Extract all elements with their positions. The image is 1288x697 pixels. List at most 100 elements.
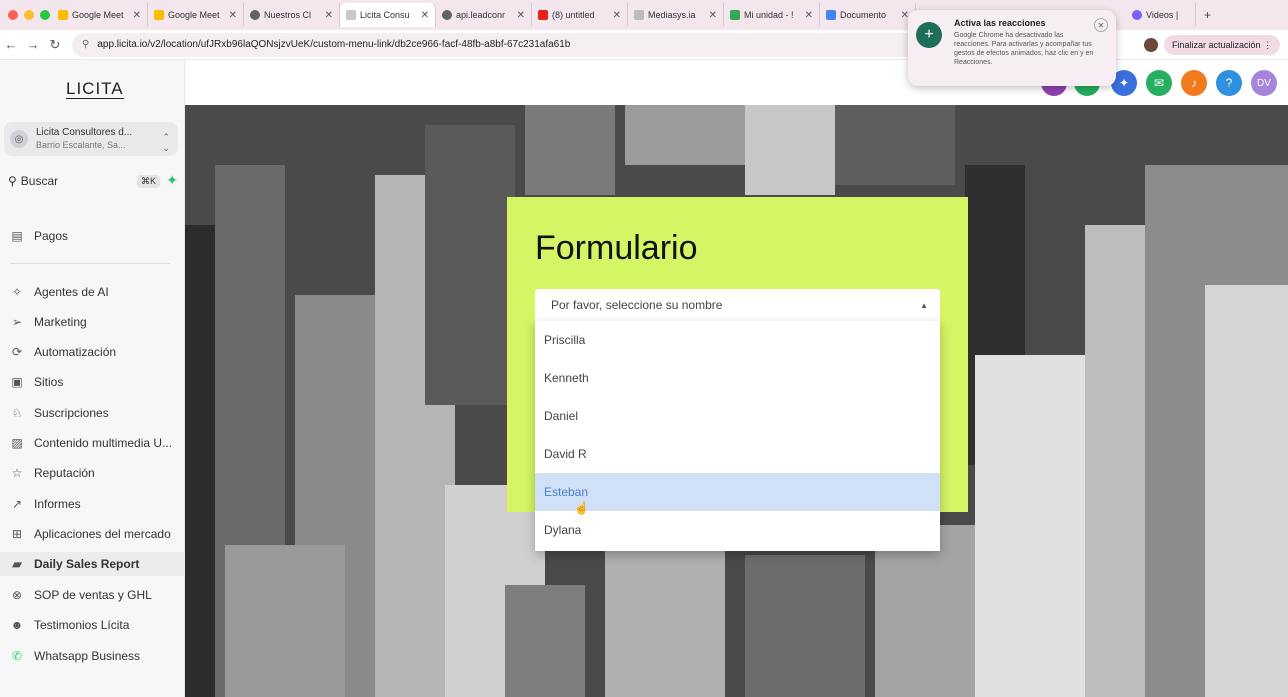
sidebar-item-sop[interactable]: ⊗ SOP de ventas y GHL (10, 583, 180, 607)
sparkle-icon[interactable]: ✦ (166, 172, 178, 189)
reload-icon[interactable]: ↻ (44, 37, 66, 53)
option-kenneth[interactable]: Kenneth (535, 359, 940, 397)
minimize-window-button[interactable] (24, 10, 34, 20)
main-content: ✦ ✉ ♪ ? DV Formulario Por favor, selecci… (185, 60, 1288, 697)
close-window-button[interactable] (8, 10, 18, 20)
url-text: app.licita.io/v2/location/ufJRxb96laQONs… (97, 39, 571, 50)
sparkles-icon: ✧ (11, 285, 23, 299)
close-tab-icon[interactable]: ✕ (709, 10, 717, 21)
city-background-image: Formulario Por favor, seleccione su nomb… (185, 105, 1288, 697)
browser-tab[interactable]: Google Meet ✕ (148, 3, 244, 27)
browser-tab[interactable]: (8) untitled ✕ (532, 3, 628, 27)
close-tab-icon[interactable]: ✕ (613, 10, 621, 21)
browser-tab[interactable]: api.leadconr ✕ (436, 3, 532, 27)
option-dylana[interactable]: Dylana (535, 511, 940, 549)
meet-icon (58, 10, 68, 20)
forward-icon[interactable]: → (22, 37, 44, 52)
help-icon[interactable]: ? (1216, 70, 1242, 96)
sidebar-item-sitios[interactable]: ▣ Sitios (10, 370, 180, 394)
profile-avatar[interactable] (1144, 38, 1158, 52)
apps-icon: ⊞ (11, 527, 23, 541)
update-browser-button[interactable]: Finalizar actualización ⋮ (1163, 35, 1280, 55)
popup-body: Google Chrome ha desactivado las reaccio… (954, 32, 1094, 66)
gear-icon (1132, 10, 1142, 20)
logo: LICITA (66, 79, 124, 99)
sidebar-item-daily-sales[interactable]: ▰ Daily Sales Report (0, 552, 185, 576)
close-tab-icon[interactable]: ✕ (229, 10, 237, 21)
name-select[interactable]: Por favor, seleccione su nombre ▲ (535, 289, 940, 321)
browser-tab[interactable]: Documento ✕ (820, 3, 916, 27)
search-shortcut: ⌘K (136, 174, 160, 188)
location-name: Licita Consultores d... (36, 127, 133, 138)
option-david-r[interactable]: David R (535, 435, 940, 473)
close-tab-icon[interactable]: ✕ (325, 10, 333, 21)
browser-tab[interactable]: Mi unidad - ! ✕ (724, 3, 820, 27)
drive-icon (730, 10, 740, 20)
youtube-icon (538, 10, 548, 20)
close-tab-icon[interactable]: ✕ (421, 10, 429, 21)
report-icon: ▰ (12, 557, 22, 571)
megaphone-icon[interactable]: ✉ (1146, 70, 1172, 96)
sidebar: LICITA ◎ Licita Consultores d... Barrio … (0, 60, 185, 697)
sidebar-item-agentes[interactable]: ✧ Agentes de AI (10, 280, 180, 304)
star-icon: ☆ (11, 466, 23, 480)
option-esteban[interactable]: Esteban (535, 473, 940, 511)
popup-title: Activa las reacciones (954, 18, 1046, 28)
sidebar-item-pagos[interactable]: ▤ Pagos (10, 224, 180, 248)
dropdown-menu: Priscilla Kenneth Daniel David R Esteban… (535, 321, 940, 551)
option-daniel[interactable]: Daniel (535, 397, 940, 435)
close-icon[interactable]: ✕ (1094, 18, 1108, 32)
users-icon: ☻ (10, 618, 24, 632)
search-icon: ⚲ (8, 174, 17, 188)
window-controls (0, 10, 52, 20)
send-icon: ➢ (11, 315, 23, 329)
sidebar-divider (10, 263, 170, 264)
sidebar-item-reputacion[interactable]: ☆ Reputación (10, 461, 180, 485)
browser-tab-active[interactable]: Licita Consu ✕ (340, 3, 436, 27)
option-priscilla[interactable]: Priscilla (535, 321, 940, 359)
new-tab-icon[interactable]: + (1196, 8, 1219, 22)
sidebar-item-informes[interactable]: ↗ Informes (10, 492, 180, 516)
user-avatar[interactable]: DV (1251, 70, 1277, 96)
reactions-popup: + Activa las reacciones Google Chrome ha… (908, 10, 1116, 86)
sidebar-item-marketing[interactable]: ➢ Marketing (10, 310, 180, 334)
select-placeholder: Por favor, seleccione su nombre (551, 298, 723, 312)
globe-icon (442, 10, 452, 20)
chevron-updown-icon: ⌃ ⌄ (162, 132, 170, 153)
media-icon: ▨ (11, 436, 23, 450)
browser-tab[interactable]: Mediasys.ia ✕ (628, 3, 724, 27)
search-button[interactable]: ⚲ Buscar ⌘K ✦ (8, 172, 178, 190)
maximize-window-button[interactable] (40, 10, 50, 20)
app-header: ✦ ✉ ♪ ? DV (185, 60, 1288, 105)
browser-tab[interactable]: Nuestros Cl ✕ (244, 3, 340, 27)
membership-icon: ♘ (11, 406, 23, 420)
location-switcher[interactable]: ◎ Licita Consultores d... Barrio Escalan… (4, 122, 178, 156)
docs-icon (826, 10, 836, 20)
location-icon: ◎ (10, 130, 28, 148)
sidebar-item-suscripciones[interactable]: ♘ Suscripciones (10, 401, 180, 425)
pointer-cursor-icon: ☝ (574, 501, 589, 515)
page-icon (634, 10, 644, 20)
sidebar-item-automatizacion[interactable]: ⟳ Automatización (10, 340, 180, 364)
site-info-icon[interactable]: ⚲ (82, 39, 89, 50)
licita-icon (346, 10, 356, 20)
sidebar-item-aplicaciones[interactable]: ⊞ Aplicaciones del mercado (10, 522, 180, 546)
sidebar-item-contenido[interactable]: ▨ Contenido multimedia U... (10, 431, 180, 455)
bell-icon[interactable]: ♪ (1181, 70, 1207, 96)
browser-tab[interactable]: Videos | (1126, 3, 1196, 27)
back-icon[interactable]: ← (0, 37, 22, 52)
close-tab-icon[interactable]: ✕ (133, 10, 141, 21)
browser-tab[interactable]: Google Meet ✕ (52, 3, 148, 27)
meet-icon (154, 10, 164, 20)
form-title: Formulario (535, 229, 698, 267)
receipt-icon: ▤ (11, 229, 23, 243)
search-label: Buscar (20, 174, 59, 188)
sidebar-item-testimonios[interactable]: ☻ Testimonios Lícita (10, 613, 180, 637)
close-tab-icon[interactable]: ✕ (805, 10, 813, 21)
sidebar-item-whatsapp[interactable]: ✆ Whatsapp Business (10, 644, 180, 668)
xbox-icon: ⊗ (11, 588, 23, 602)
globe-icon (250, 10, 260, 20)
chart-icon: ↗ (11, 497, 23, 511)
whatsapp-icon: ✆ (11, 649, 23, 663)
close-tab-icon[interactable]: ✕ (517, 10, 525, 21)
